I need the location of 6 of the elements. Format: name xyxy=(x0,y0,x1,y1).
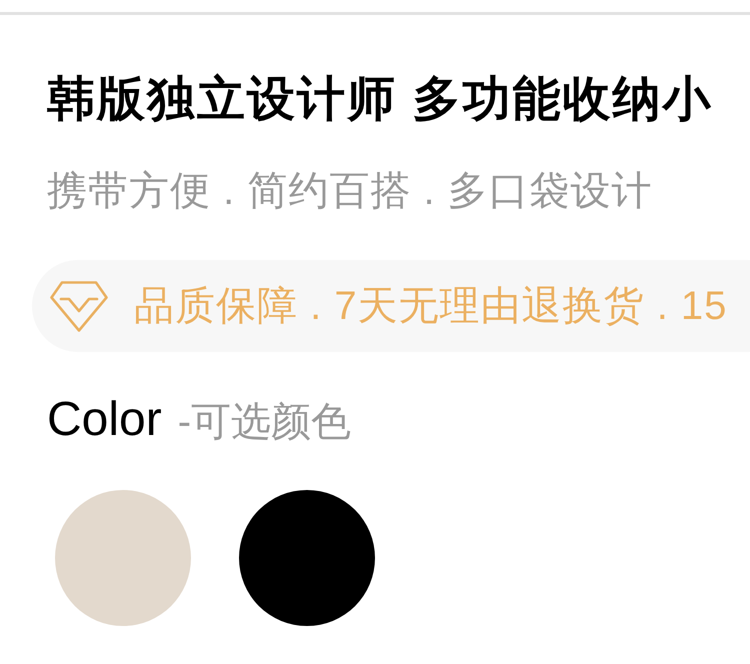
guarantee-text: 品质保障 . 7天无理由退换货 . 15 xyxy=(134,283,728,330)
product-title: 韩版独立设计师 多功能收纳小 xyxy=(47,72,714,128)
color-hint: -可选颜色 xyxy=(178,399,352,446)
product-subtitle: 携带方便 . 简约百搭 . 多口袋设计 xyxy=(47,168,654,215)
color-label: Color xyxy=(47,392,162,448)
diamond-icon xyxy=(50,280,108,332)
